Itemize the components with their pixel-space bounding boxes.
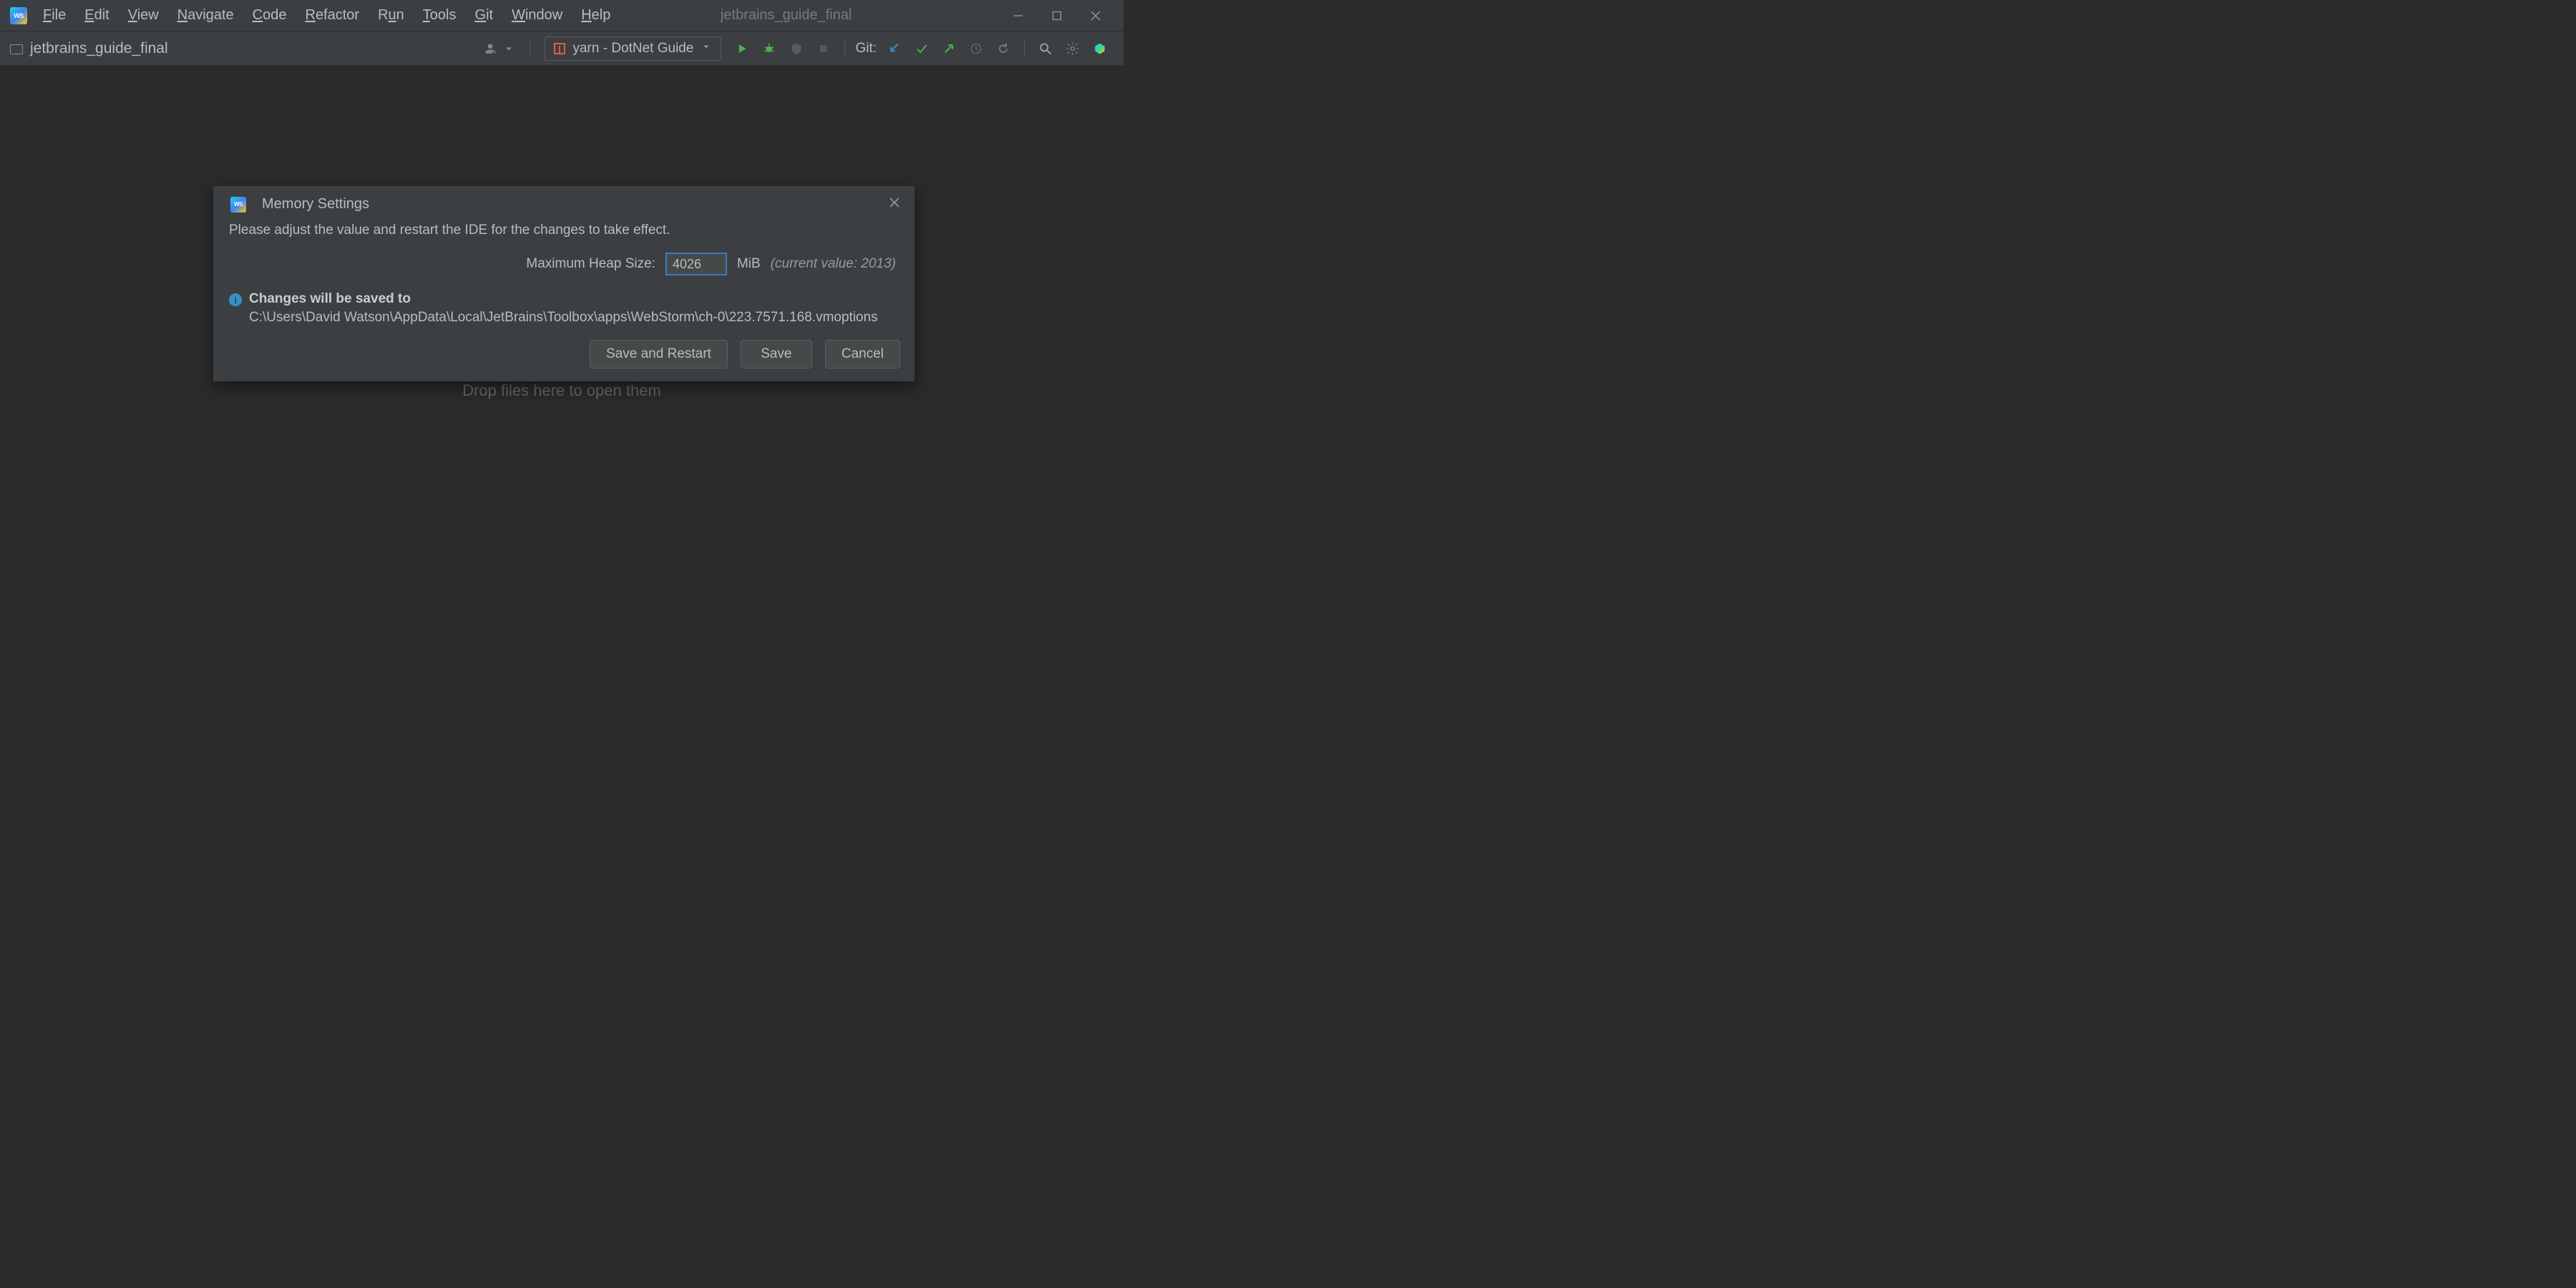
minimize-button[interactable]: [1010, 8, 1026, 24]
project-icon: [10, 44, 23, 54]
save-location-row: i Changes will be saved to C:\Users\Davi…: [229, 291, 899, 326]
heap-current-value: (current value: 2013): [771, 256, 896, 272]
code-with-me-icon[interactable]: [481, 39, 499, 58]
dialog-instruction: Please adjust the value and restart the …: [229, 223, 899, 238]
menu-git[interactable]: Git: [467, 4, 502, 26]
menu-bar: File Edit View Navigate Code Refactor Ru…: [34, 4, 619, 26]
menu-view[interactable]: View: [119, 4, 167, 26]
toolbar: jetbrains_guide_final yarn - DotNet Guid…: [0, 31, 1123, 66]
menu-refactor[interactable]: Refactor: [296, 4, 368, 26]
dialog-button-row: Save and Restart Save Cancel: [213, 338, 914, 381]
window-title: jetbrains_guide_final: [562, 7, 1010, 24]
menu-file[interactable]: File: [34, 4, 74, 26]
git-commit-button[interactable]: [912, 39, 931, 58]
save-location-heading: Changes will be saved to: [249, 291, 878, 307]
toolbox-icon[interactable]: [1091, 39, 1109, 58]
window-controls: [1010, 8, 1118, 24]
search-everywhere-button[interactable]: [1036, 39, 1055, 58]
run-config-label: yarn - DotNet Guide: [572, 41, 693, 57]
menu-run[interactable]: Run: [369, 4, 413, 26]
app-icon: WS: [10, 7, 27, 24]
cancel-button[interactable]: Cancel: [825, 340, 900, 369]
git-label: Git:: [855, 41, 877, 57]
ide-settings-button[interactable]: [1063, 39, 1082, 58]
menu-edit[interactable]: Edit: [76, 4, 117, 26]
git-update-button[interactable]: [885, 39, 904, 58]
save-and-restart-button[interactable]: Save and Restart: [590, 340, 728, 369]
run-coverage-button[interactable]: [787, 39, 806, 58]
git-history-button[interactable]: [967, 39, 985, 58]
menu-window[interactable]: Window: [503, 4, 571, 26]
separator: [1024, 39, 1025, 58]
dialog-title-bar: WS Memory Settings: [213, 186, 914, 218]
run-config-selector[interactable]: yarn - DotNet Guide: [545, 36, 721, 61]
run-button[interactable]: [733, 39, 751, 58]
dialog-app-icon: WS: [230, 197, 246, 213]
drop-files-hint: Drop files here to open them: [462, 381, 661, 400]
project-name[interactable]: jetbrains_guide_final: [30, 40, 168, 57]
close-button[interactable]: [1088, 8, 1103, 24]
cwm-chevron-icon[interactable]: [499, 39, 518, 58]
titlebar: WS File Edit View Navigate Code Refactor…: [0, 0, 1123, 31]
separator: [844, 39, 845, 58]
menu-navigate[interactable]: Navigate: [169, 4, 243, 26]
save-button[interactable]: Save: [741, 340, 812, 369]
heap-size-label: Maximum Heap Size:: [526, 256, 655, 272]
chevron-down-icon: [701, 40, 712, 57]
run-config-icon: [554, 43, 565, 54]
heap-size-row: Maximum Heap Size: MiB (current value: 2…: [229, 253, 899, 275]
menu-code[interactable]: Code: [244, 4, 296, 26]
dialog-close-button[interactable]: [889, 196, 900, 213]
git-push-button[interactable]: [940, 39, 958, 58]
memory-settings-dialog: WS Memory Settings Please adjust the val…: [213, 186, 914, 381]
git-rollback-button[interactable]: [994, 39, 1013, 58]
debug-button[interactable]: [760, 39, 779, 58]
stop-button[interactable]: [814, 39, 833, 58]
heap-size-input[interactable]: [665, 253, 727, 275]
menu-tools[interactable]: Tools: [414, 4, 465, 26]
dialog-title: Memory Settings: [262, 196, 369, 213]
heap-size-unit: MiB: [737, 256, 761, 272]
maximize-button[interactable]: [1049, 8, 1065, 24]
save-location-path: C:\Users\David Watson\AppData\Local\JetB…: [249, 310, 878, 326]
info-icon: i: [229, 293, 242, 306]
